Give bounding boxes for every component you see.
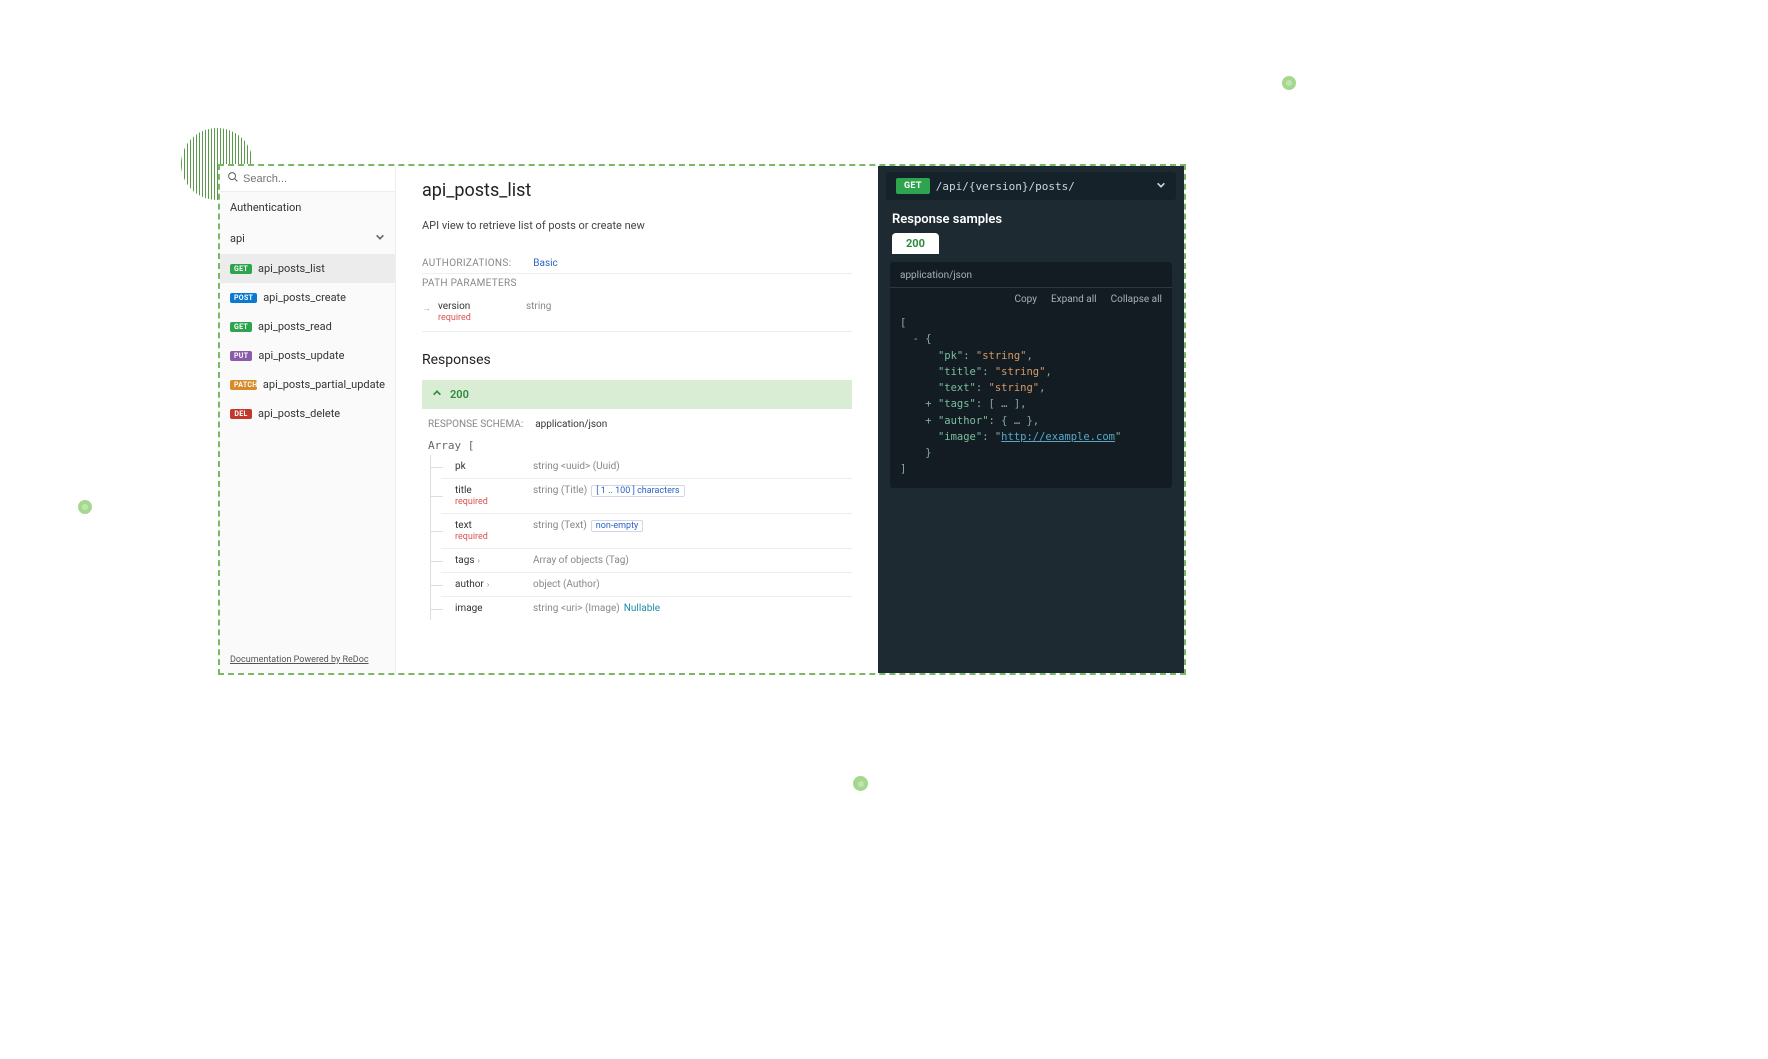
chevron-right-icon: › (487, 580, 489, 589)
param-type: string (526, 301, 551, 323)
tab-200[interactable]: 200 (892, 233, 939, 254)
copy-button[interactable]: Copy (1014, 294, 1037, 305)
schema-content-type: application/json (535, 419, 607, 430)
collapse-all-button[interactable]: Collapse all (1111, 294, 1162, 305)
json-sample[interactable]: [ - { "pk": "string", "title": "string",… (890, 311, 1172, 478)
sidebar-item-label: api_posts_delete (258, 407, 340, 420)
field-name: text (455, 520, 472, 531)
sidebar-item-api_posts_read[interactable]: GET api_posts_read (220, 312, 395, 341)
path-parameters-label: PATH PARAMETERS (422, 278, 517, 289)
sidebar-item-label: api_posts_update (258, 349, 344, 362)
decorative-dot (78, 500, 92, 514)
nav-group-api[interactable]: api (220, 223, 395, 254)
decorative-dot (1282, 76, 1296, 90)
sidebar-item-api_posts_list[interactable]: GET api_posts_list (220, 254, 395, 283)
response-schema-header: RESPONSE SCHEMA: application/json (422, 409, 852, 436)
nullable-badge: Nullable (624, 603, 660, 614)
chevron-down-icon (1156, 180, 1166, 193)
param-name: version (438, 301, 470, 312)
field-required: required (455, 497, 533, 507)
sidebar-item-label: api_posts_list (258, 262, 325, 275)
method-badge: DEL (230, 409, 252, 419)
search-icon (228, 172, 238, 185)
sidebar-item-label: api_posts_partial_update (263, 378, 385, 391)
chevron-down-icon (375, 232, 385, 245)
schema-field-text: textrequiredstring (Text)non-empty (441, 514, 852, 549)
operation-subtitle: API view to retrieve list of posts or cr… (422, 219, 852, 232)
sidebar-item-api_posts_create[interactable]: POST api_posts_create (220, 283, 395, 312)
sidebar-item-api_posts_delete[interactable]: DEL api_posts_delete (220, 399, 395, 428)
search-input[interactable] (243, 173, 387, 185)
field-name: author (455, 579, 484, 590)
sidebar-item-api_posts_update[interactable]: PUT api_posts_update (220, 341, 395, 370)
schema-field-title: titlerequiredstring (Title)[ 1 .. 100 ] … (441, 479, 852, 514)
chevron-right-icon: › (478, 556, 480, 565)
samples-panel: GET /api/{version}/posts/ Response sampl… (878, 166, 1184, 673)
schema-label: RESPONSE SCHEMA: (428, 419, 523, 430)
field-name: pk (455, 461, 466, 472)
sample-content-type: application/json (890, 262, 1172, 288)
sidebar-item-api_posts_partial_update[interactable]: PATCH api_posts_partial_update (220, 370, 395, 399)
expand-all-button[interactable]: Expand all (1051, 294, 1097, 305)
code-sample-card: application/json Copy Expand all Collaps… (890, 262, 1172, 488)
sidebar: Authentication api GET api_posts_list POST… (220, 166, 396, 673)
decorative-dot (853, 776, 868, 791)
search-box[interactable] (220, 166, 395, 192)
endpoint-path: /api/{version}/posts/ (936, 180, 1150, 193)
field-type: string <uuid> (Uuid) (533, 461, 852, 472)
method-badge: GET (230, 322, 252, 332)
field-name: image (455, 603, 483, 614)
field-type: string (Text)non-empty (533, 520, 852, 542)
method-badge: PUT (230, 351, 252, 361)
field-constraint: [ 1 .. 100 ] characters (591, 485, 684, 497)
response-samples-title: Response samples (878, 200, 1184, 233)
field-name: tags (455, 555, 475, 566)
sidebar-item-label: api_posts_read (258, 320, 332, 333)
path-param-version: → version required string (422, 293, 852, 332)
chevron-up-icon (432, 388, 442, 401)
api-docs-frame: Authentication api GET api_posts_list POST… (218, 164, 1186, 675)
field-type: string <uri> (Image)Nullable (533, 603, 852, 614)
arrow-icon: → (422, 303, 431, 314)
schema-field-tags[interactable]: tags› Array of objects (Tag) (441, 549, 852, 573)
field-name: title (455, 485, 472, 496)
operation-title: api_posts_list (422, 180, 852, 201)
schema-field-pk: pk string <uuid> (Uuid) (441, 455, 852, 479)
field-constraint: non-empty (591, 520, 643, 532)
authorizations-label: AUTHORIZATIONS: (422, 258, 511, 269)
method-badge: PATCH (230, 380, 257, 390)
responses-heading: Responses (422, 352, 852, 368)
field-type: string (Title)[ 1 .. 100 ] characters (533, 485, 852, 507)
authorizations-value[interactable]: Basic (533, 258, 558, 269)
response-200-toggle[interactable]: 200 (422, 380, 852, 409)
main-content: api_posts_list API view to retrieve list… (396, 166, 878, 673)
field-required: required (455, 532, 533, 542)
array-open: Array [ (422, 436, 852, 455)
schema-field-author[interactable]: author› object (Author) (441, 573, 852, 597)
response-code: 200 (450, 388, 469, 401)
param-required: required (438, 313, 504, 323)
path-parameters-header: PATH PARAMETERS (422, 274, 852, 293)
field-type: object (Author) (533, 579, 852, 590)
schema-fields: pkstring <uuid> (Uuid)titlerequiredstrin… (430, 455, 852, 620)
schema-field-image: image string <uri> (Image)Nullable (441, 597, 852, 620)
endpoint-bar[interactable]: GET /api/{version}/posts/ (886, 172, 1176, 200)
nav-group-label: api (230, 232, 245, 245)
samples-tabs: 200 (878, 233, 1184, 254)
field-type: Array of objects (Tag) (533, 555, 852, 566)
nav-authentication[interactable]: Authentication (220, 192, 395, 223)
redoc-footer-link[interactable]: Documentation Powered by ReDoc (220, 647, 395, 673)
sidebar-item-label: api_posts_create (263, 291, 346, 304)
method-badge: GET (896, 178, 930, 194)
method-badge: POST (230, 293, 257, 303)
authorizations-row: AUTHORIZATIONS: Basic (422, 254, 852, 274)
method-badge: GET (230, 264, 252, 274)
code-actions: Copy Expand all Collapse all (890, 288, 1172, 311)
